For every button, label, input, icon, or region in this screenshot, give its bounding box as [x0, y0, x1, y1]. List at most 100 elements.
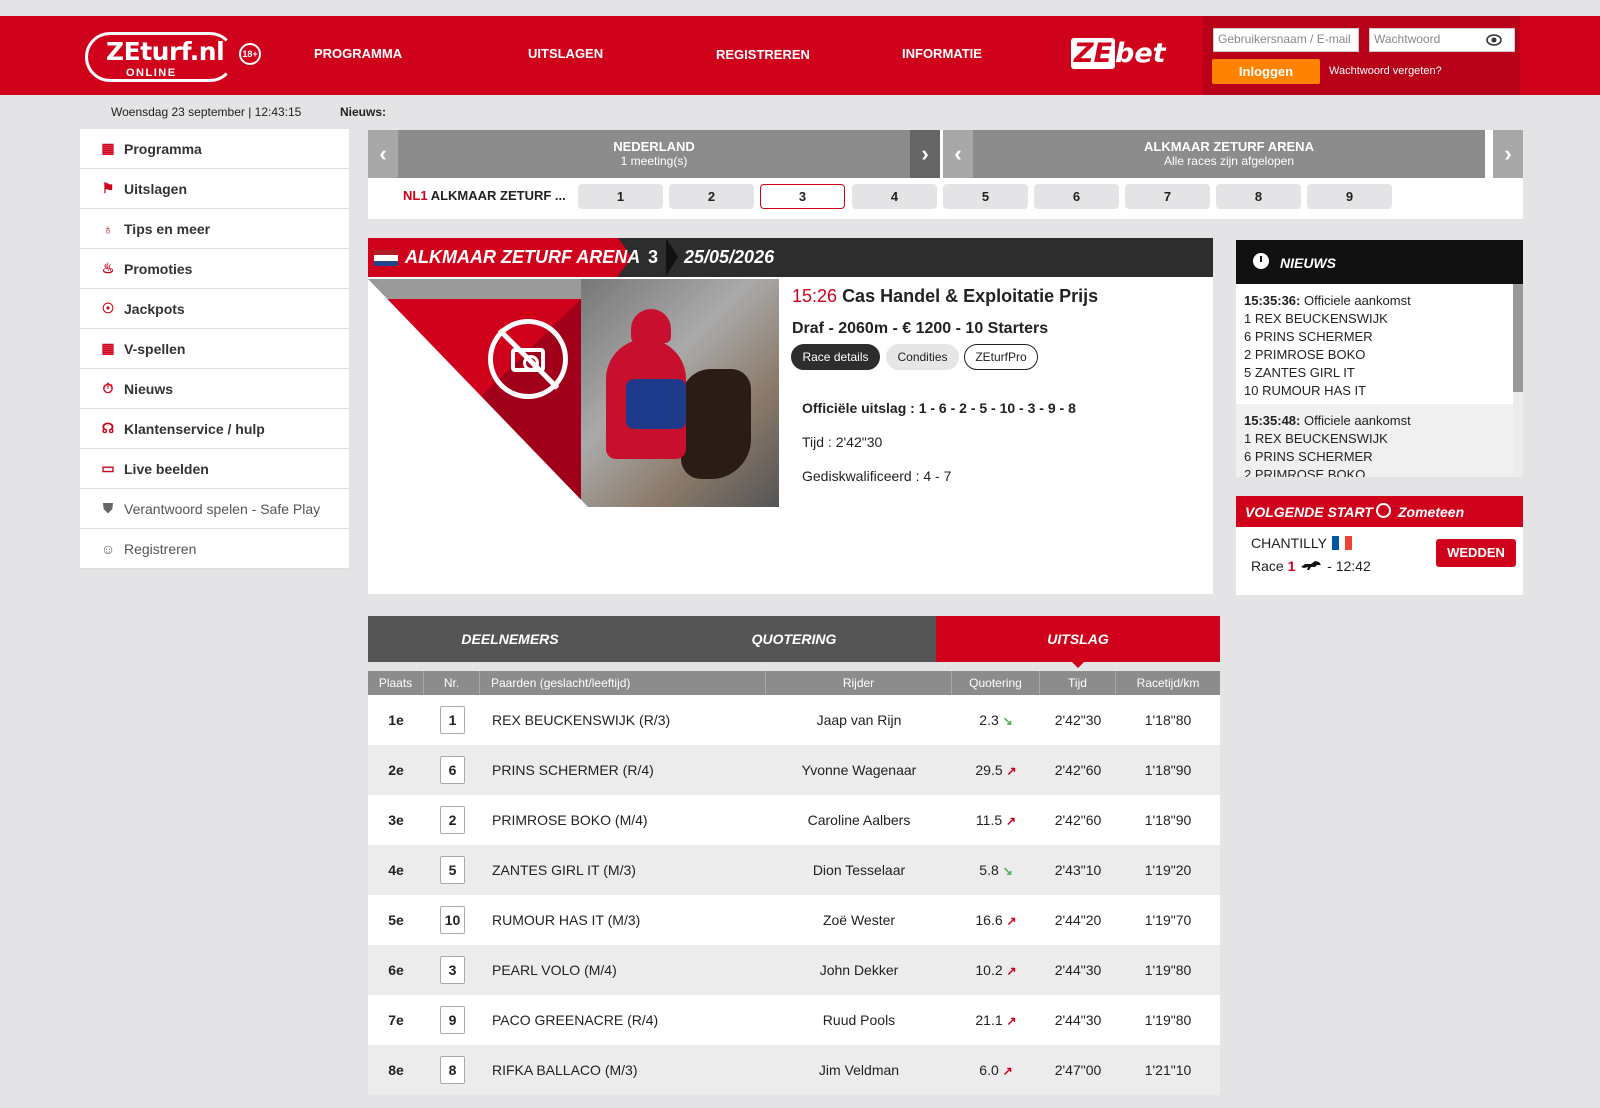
- table-row[interactable]: 7e 9 PACO GREENACRE (R/4) Ruud Pools 21.1 ↗ 2…: [368, 995, 1220, 1045]
- quotering-value: 29.5: [975, 762, 1003, 778]
- sidebar-item-live-beelden[interactable]: ▭ Live beelden: [80, 449, 349, 489]
- table-row[interactable]: 5e 10 RUMOUR HAS IT (M/3) Zoë Wester 16.6 ↗ 2…: [368, 895, 1220, 945]
- venue-next-button[interactable]: ›: [1493, 130, 1523, 178]
- result-tabs: DEELNEMERS QUOTERING UITSLAG: [368, 616, 1220, 668]
- race-button-5[interactable]: 5: [943, 184, 1028, 209]
- news-item[interactable]: 15:35:48: Officiele aankomst 1 REX BEUCKE…: [1236, 404, 1523, 477]
- sidebar-item-klantenservice[interactable]: ☊ Klantenservice / hulp: [80, 409, 349, 449]
- race-date: 25/05/2026: [684, 247, 775, 267]
- sidebar-item-jackpots[interactable]: ☉ Jackpots: [80, 289, 349, 329]
- meeting-code: NL1: [403, 188, 428, 203]
- country-meetings: 1 meeting(s): [620, 154, 688, 168]
- table-row[interactable]: 3e 2 PRIMROSE BOKO (M/4) Caroline Aalbers 11…: [368, 795, 1220, 845]
- news-scrollbar-thumb[interactable]: [1513, 284, 1523, 392]
- nav-informatie[interactable]: INFORMATIE: [902, 46, 982, 61]
- race-button-4[interactable]: 4: [852, 184, 937, 209]
- tab-quotering[interactable]: QUOTERING: [652, 616, 936, 662]
- sidebar-item-label: Promoties: [124, 260, 193, 277]
- race-button-9[interactable]: 9: [1307, 184, 1392, 209]
- cell-racetijd: 1'18"90: [1144, 812, 1192, 828]
- sidebar-item-vspellen[interactable]: ▦ V-spellen: [80, 329, 349, 369]
- username-input[interactable]: Gebruikersnaam / E-mail: [1213, 28, 1359, 52]
- login-button[interactable]: Inloggen: [1212, 59, 1320, 84]
- race-details-button[interactable]: Race details: [791, 344, 880, 370]
- news-item[interactable]: 15:35:36: Officiele aankomst 1 REX BEUCKE…: [1236, 284, 1523, 404]
- country-next-button[interactable]: ›: [910, 130, 940, 178]
- logo[interactable]: ZEturf.nl ONLINE: [85, 32, 235, 82]
- table-row[interactable]: 2e 6 PRINS SCHERMER (R/4) Yvonne Wagenaar 29…: [368, 745, 1220, 795]
- sidebar-item-nieuws[interactable]: ⏱ Nieuws: [80, 369, 349, 409]
- trend-up-icon: ↗: [1006, 814, 1017, 828]
- disqualified: Gediskwalificeerd : 4 - 7: [802, 468, 952, 484]
- cell-rijder: Jim Veldman: [818, 1062, 900, 1078]
- money-bag-icon: ☉: [101, 300, 115, 316]
- cell-nr: 5: [440, 856, 465, 884]
- next-race-number: 1: [1287, 558, 1296, 574]
- table-row[interactable]: 6e 3 PEARL VOLO (M/4) John Dekker 10.2 ↗ 2'44…: [368, 945, 1220, 995]
- cell-paard[interactable]: RUMOUR HAS IT (M/3): [492, 895, 766, 945]
- cell-paard[interactable]: REX BEUCKENSWIJK (R/3): [492, 695, 766, 745]
- sidebar-item-uitslagen[interactable]: ⚑ Uitslagen: [80, 169, 349, 209]
- cell-plaats: 4e: [388, 862, 404, 878]
- zebet-logo[interactable]: ZE bet: [1071, 38, 1166, 69]
- news-item-time: 15:35:48:: [1244, 413, 1301, 428]
- news-header: NIEUWS: [1236, 240, 1523, 284]
- next-race-label: Race: [1251, 558, 1284, 574]
- race-button-7[interactable]: 7: [1125, 184, 1210, 209]
- news-list[interactable]: 15:35:36: Officiele aankomst 1 REX BEUCKE…: [1236, 284, 1523, 477]
- venue-prev-button[interactable]: ‹: [943, 130, 973, 178]
- tab-uitslag[interactable]: UITSLAG: [936, 616, 1220, 668]
- news-item-line: 1 REX BEUCKENSWIJK: [1244, 431, 1388, 446]
- tab-deelnemers[interactable]: DEELNEMERS: [368, 616, 652, 662]
- country-prev-button[interactable]: ‹: [368, 130, 398, 178]
- race-button-3[interactable]: 3: [760, 184, 845, 209]
- race-button-2[interactable]: 2: [669, 184, 754, 209]
- nav-programma[interactable]: PROGRAMMA: [314, 46, 402, 61]
- horse-icon: [1301, 561, 1322, 570]
- table-row[interactable]: 8e 8 RIFKA BALLACO (M/3) Jim Veldman 6.0 ↗ 2'…: [368, 1045, 1220, 1095]
- cell-plaats: 2e: [388, 762, 404, 778]
- wedden-button[interactable]: WEDDEN: [1436, 539, 1516, 567]
- quotering-value: 6.0: [979, 1062, 999, 1078]
- news-item-text: Officiele aankomst: [1304, 293, 1411, 308]
- table-row[interactable]: 1e 1 REX BEUCKENSWIJK (R/3) Jaap van Rijn 2.…: [368, 695, 1220, 745]
- cell-nr: 6: [440, 756, 465, 784]
- zebet-bet: bet: [1115, 38, 1166, 69]
- zeturfpro-button[interactable]: ZEturfPro: [964, 344, 1038, 370]
- race-button-6[interactable]: 6: [1034, 184, 1119, 209]
- sidebar-item-safe-play[interactable]: ⛊ Verantwoord spelen - Safe Play: [80, 489, 349, 529]
- news-item-line: 2 PRIMROSE BOKO: [1244, 347, 1366, 362]
- race-button-1[interactable]: 1: [578, 184, 663, 209]
- sidebar-item-registreren[interactable]: ☺ Registreren: [80, 529, 349, 569]
- cell-tijd: 2'43"10: [1054, 862, 1102, 878]
- next-start-title: VOLGENDE START: [1245, 504, 1373, 520]
- trend-up-icon: ↗: [1006, 964, 1017, 978]
- sidebar-item-label: Live beelden: [124, 460, 209, 477]
- sidebar-item-promoties[interactable]: ♨ Promoties: [80, 249, 349, 289]
- condities-button[interactable]: Condities: [886, 344, 959, 370]
- cell-paard[interactable]: PRINS SCHERMER (R/4): [492, 745, 766, 795]
- col-racetijd: Racetijd/km: [1136, 676, 1200, 690]
- next-start-when: Zometeen: [1398, 504, 1465, 520]
- cell-paard[interactable]: PRIMROSE BOKO (M/4): [492, 795, 766, 845]
- header: ZEturf.nl ONLINE 18+ PROGRAMMA UITSLAGEN…: [0, 16, 1600, 95]
- next-race-time: - 12:42: [1327, 558, 1371, 574]
- col-paarden: Paarden (geslacht/leeftijd): [480, 671, 766, 695]
- login-box: Gebruikersnaam / E-mail Wachtwoord Inlog…: [1203, 16, 1520, 95]
- forgot-password-link[interactable]: Wachtwoord vergeten?: [1329, 65, 1442, 77]
- chevron-right-icon: ›: [1504, 141, 1512, 166]
- eye-icon[interactable]: [1486, 33, 1502, 47]
- cell-paard[interactable]: PACO GREENACRE (R/4): [492, 995, 766, 1045]
- cell-paard[interactable]: RIFKA BALLACO (M/3): [492, 1045, 766, 1095]
- table-row[interactable]: 4e 5 ZANTES GIRL IT (M/3) Dion Tesselaar 5.8…: [368, 845, 1220, 895]
- news-item-heading: 15:35:48: Officiele aankomst: [1244, 412, 1515, 430]
- sidebar-item-tips[interactable]: ♁ Tips en meer: [80, 209, 349, 249]
- race-button-8[interactable]: 8: [1216, 184, 1301, 209]
- nav-registreren[interactable]: REGISTREREN: [716, 47, 810, 62]
- sidebar-item-programma[interactable]: ▦ Programma: [80, 129, 349, 169]
- cell-paard[interactable]: PEARL VOLO (M/4): [492, 945, 766, 995]
- no-camera-icon: [488, 319, 568, 399]
- nav-uitslagen[interactable]: UITSLAGEN: [528, 46, 603, 61]
- cell-paard[interactable]: ZANTES GIRL IT (M/3): [492, 845, 766, 895]
- monitor-icon: ▭: [101, 460, 115, 476]
